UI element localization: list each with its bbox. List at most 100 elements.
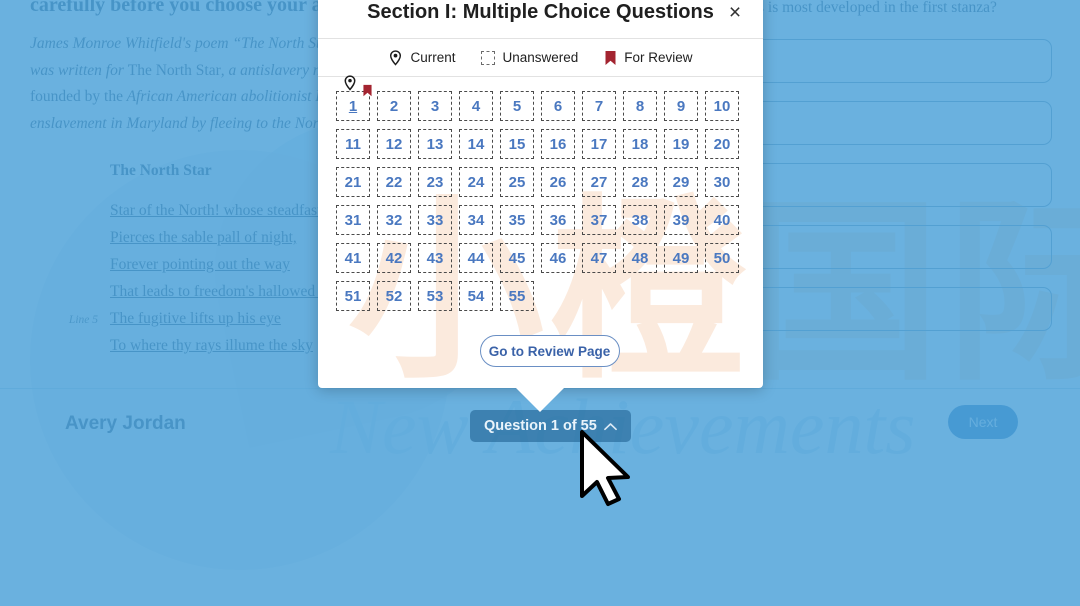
question-number: 16 [549,135,567,153]
dashed-square-icon [481,50,496,65]
question-cell-44[interactable]: 44 [459,243,493,273]
question-cell-42[interactable]: 42 [377,243,411,273]
question-number: 52 [385,287,403,305]
close-icon[interactable]: × [721,0,749,26]
question-cell-23[interactable]: 23 [418,167,452,197]
question-cell-10[interactable]: 10 [705,91,739,121]
legend-current: Current [388,49,456,66]
chevron-up-icon [603,422,617,430]
question-cell-2[interactable]: 2 [377,91,411,121]
question-number: 45 [508,249,526,267]
question-cell-37[interactable]: 37 [582,205,616,235]
question-number: 13 [426,135,444,153]
question-cell-5[interactable]: 5 [500,91,534,121]
question-number: 7 [594,97,604,115]
question-cell-16[interactable]: 16 [541,129,575,159]
question-number: 39 [672,211,690,229]
question-number: 41 [344,249,362,267]
question-cell-51[interactable]: 51 [336,281,370,311]
question-cell-4[interactable]: 4 [459,91,493,121]
question-cell-41[interactable]: 41 [336,243,370,273]
question-number: 35 [508,211,526,229]
question-cell-53[interactable]: 53 [418,281,452,311]
question-indicator-button[interactable]: Question 1 of 55 [470,410,631,442]
question-cell-18[interactable]: 18 [623,129,657,159]
question-number: 15 [508,135,526,153]
question-cell-31[interactable]: 31 [336,205,370,235]
question-cell-8[interactable]: 8 [623,91,657,121]
question-number: 34 [467,211,485,229]
question-cell-34[interactable]: 34 [459,205,493,235]
question-cell-29[interactable]: 29 [664,167,698,197]
question-number: 51 [344,287,362,305]
question-number: 1 [348,97,358,115]
bookmark-flag-icon [363,84,372,97]
question-number: 27 [590,173,608,191]
question-cell-50[interactable]: 50 [705,243,739,273]
question-cell-45[interactable]: 45 [500,243,534,273]
question-cell-35[interactable]: 35 [500,205,534,235]
question-cell-26[interactable]: 26 [541,167,575,197]
question-cell-17[interactable]: 17 [582,129,616,159]
question-cell-19[interactable]: 19 [664,129,698,159]
question-cell-47[interactable]: 47 [582,243,616,273]
question-cell-1[interactable]: 1 [336,75,372,121]
question-cell-7[interactable]: 7 [582,91,616,121]
question-number: 5 [512,97,522,115]
question-number: 19 [672,135,690,153]
question-cell-40[interactable]: 40 [705,205,739,235]
question-number: 47 [590,249,608,267]
question-cell-25[interactable]: 25 [500,167,534,197]
legend-label: Current [410,50,456,65]
question-cell-20[interactable]: 20 [705,129,739,159]
question-number: 8 [635,97,645,115]
question-cell-12[interactable]: 12 [377,129,411,159]
question-cell-49[interactable]: 49 [664,243,698,273]
question-cell-38[interactable]: 38 [623,205,657,235]
question-cell-21[interactable]: 21 [336,167,370,197]
question-cell-48[interactable]: 48 [623,243,657,273]
question-cell-13[interactable]: 13 [418,129,452,159]
question-number: 18 [631,135,649,153]
question-number: 28 [631,173,649,191]
question-number: 6 [553,97,563,115]
question-number: 4 [471,97,481,115]
question-number: 30 [713,173,731,191]
question-number: 9 [676,97,686,115]
question-cell-33[interactable]: 33 [418,205,452,235]
question-cell-24[interactable]: 24 [459,167,493,197]
question-cell-6[interactable]: 6 [541,91,575,121]
question-cell-43[interactable]: 43 [418,243,452,273]
question-cell-14[interactable]: 14 [459,129,493,159]
question-cell-30[interactable]: 30 [705,167,739,197]
question-number: 22 [385,173,403,191]
question-number: 11 [345,135,361,153]
question-cell-36[interactable]: 36 [541,205,575,235]
question-number: 33 [426,211,444,229]
question-cell-46[interactable]: 46 [541,243,575,273]
question-cell-15[interactable]: 15 [500,129,534,159]
question-cell-54[interactable]: 54 [459,281,493,311]
question-cell-28[interactable]: 28 [623,167,657,197]
question-number: 24 [467,173,485,191]
location-pin-icon [344,75,356,91]
question-cell-52[interactable]: 52 [377,281,411,311]
question-cell-27[interactable]: 27 [582,167,616,197]
question-number: 55 [508,287,526,305]
question-cell-9[interactable]: 9 [664,91,698,121]
legend-label: Unanswered [502,50,579,65]
question-number: 29 [672,173,690,191]
question-cell-11[interactable]: 11 [336,129,370,159]
question-cell-32[interactable]: 32 [377,205,411,235]
question-number: 48 [631,249,649,267]
question-number: 25 [508,173,526,191]
question-cell-22[interactable]: 22 [377,167,411,197]
question-cell-55[interactable]: 55 [500,281,534,311]
question-number: 46 [549,249,567,267]
go-to-review-page-button[interactable]: Go to Review Page [479,335,620,367]
question-grid: 1 2 3 4 5 6 7 8 9 10 11 12 13 14 15 16 17 18 19 20 21 22 23 24 2… [336,75,763,319]
question-number: 50 [713,249,731,267]
question-number: 49 [672,249,690,267]
question-cell-39[interactable]: 39 [664,205,698,235]
question-cell-3[interactable]: 3 [418,91,452,121]
